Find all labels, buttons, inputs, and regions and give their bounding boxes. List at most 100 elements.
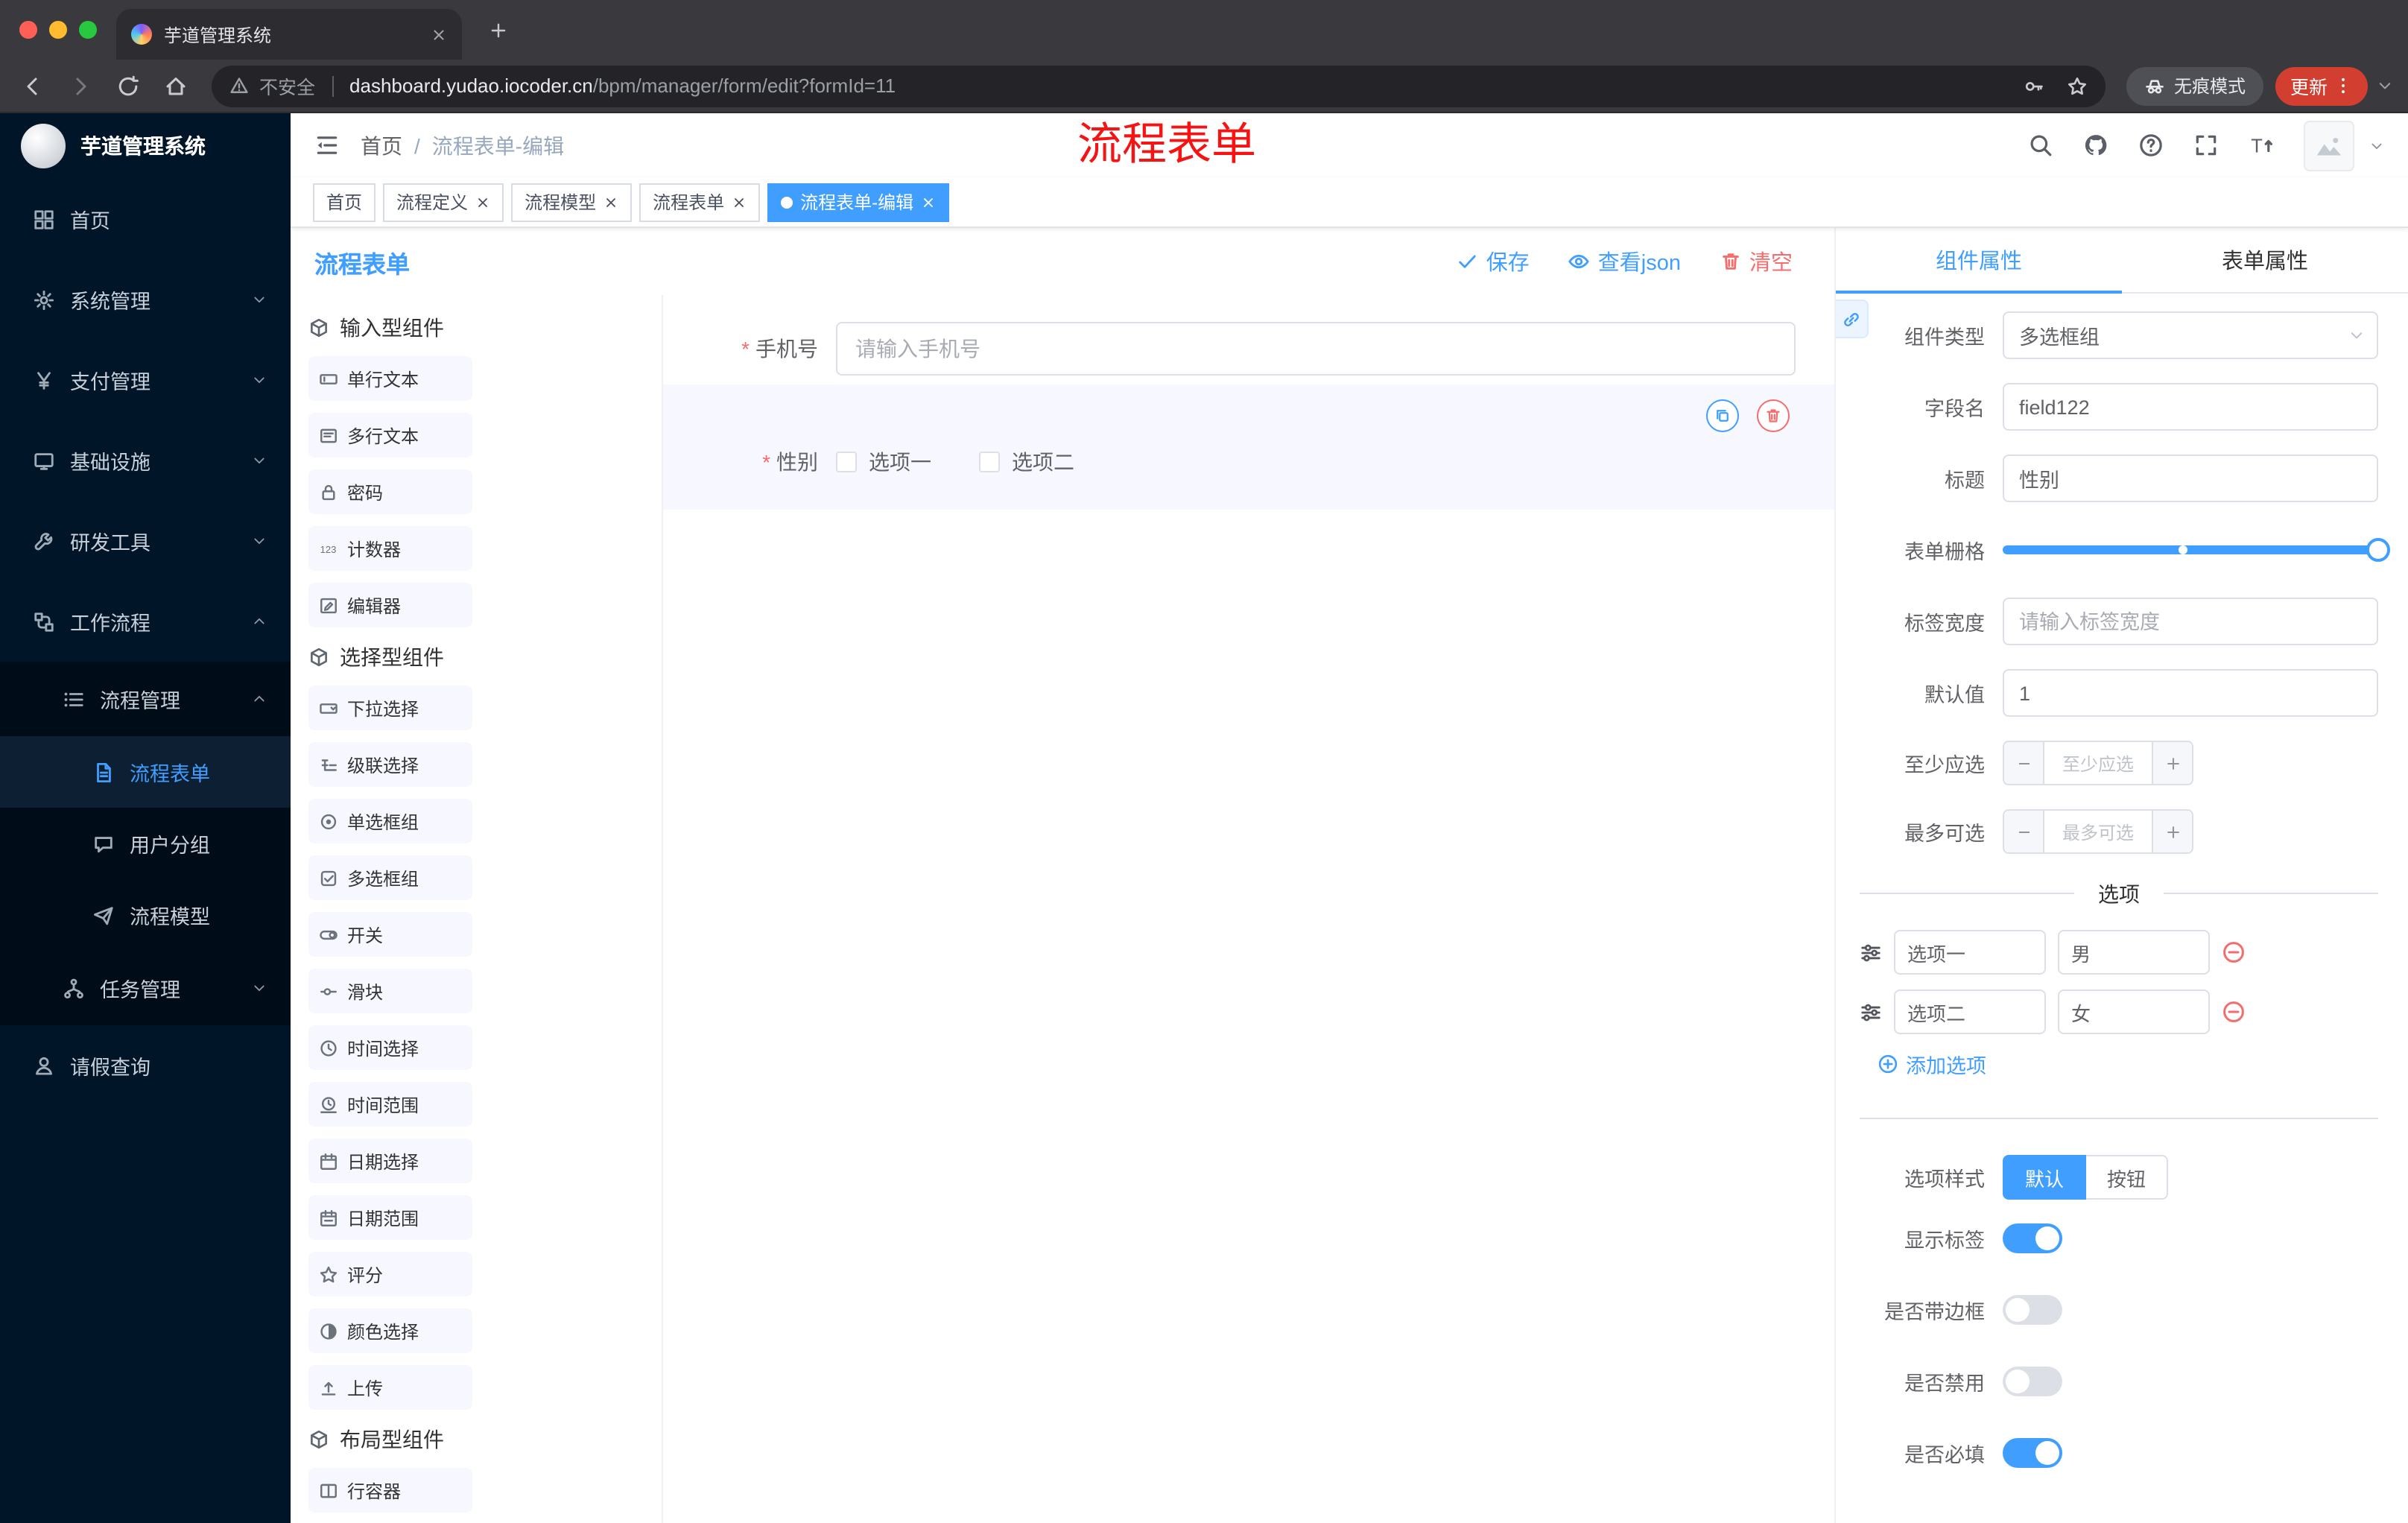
palette-item-slider[interactable]: 滑块	[308, 969, 472, 1013]
home-button[interactable]	[155, 65, 197, 107]
update-button[interactable]: 更新	[2275, 66, 2368, 105]
remove-option-button-2[interactable]	[2222, 1000, 2246, 1024]
gender-checkbox-1[interactable]: 选项一	[836, 447, 931, 477]
palette-item-select[interactable]: 下拉选择	[308, 685, 472, 730]
tag-process-form[interactable]: 流程表单	[639, 183, 761, 221]
style-button-button[interactable]: 按钮	[2086, 1155, 2169, 1200]
palette-item-date-range[interactable]: 日期范围	[308, 1195, 472, 1240]
address-bar[interactable]: 不安全 dashboard.yudao.iocoder.cn/bpm/manag…	[212, 65, 2106, 107]
style-default-button[interactable]: 默认	[2003, 1155, 2087, 1200]
password-manager-icon[interactable]	[2024, 75, 2044, 96]
sidebar-item-home[interactable]: 首页	[0, 179, 291, 259]
palette-item-radio-group[interactable]: 单选框组	[308, 799, 472, 843]
fontsize-button[interactable]: T	[2249, 133, 2274, 158]
palette-item-color[interactable]: 颜色选择	[308, 1308, 472, 1353]
sidebar-item-process-model[interactable]: 流程模型	[0, 879, 291, 951]
min-increment-button[interactable]	[2152, 742, 2192, 784]
fullscreen-button[interactable]	[2193, 133, 2219, 158]
sidebar-item-leave-query[interactable]: 请假查询	[0, 1025, 291, 1106]
palette-item-editor[interactable]: 编辑器	[308, 583, 472, 627]
user-avatar[interactable]	[2304, 120, 2354, 171]
palette-item-textarea[interactable]: 多行文本	[308, 413, 472, 457]
copy-field-button[interactable]	[1706, 399, 1739, 432]
tab-form-props[interactable]: 表单属性	[2122, 228, 2408, 292]
tag-process-form-edit[interactable]: 流程表单-编辑	[767, 183, 950, 221]
field-name-input[interactable]	[2003, 383, 2378, 431]
bookmark-icon[interactable]	[2067, 75, 2088, 96]
tab-component-props[interactable]: 组件属性	[1836, 228, 2122, 294]
browser-tab[interactable]: 芋道管理系统	[116, 9, 462, 60]
save-button[interactable]: 保存	[1457, 246, 1530, 277]
show-label-switch[interactable]	[2003, 1223, 2062, 1253]
tag-process-model[interactable]: 流程模型	[511, 183, 633, 221]
delete-field-button[interactable]	[1757, 399, 1790, 432]
url-text[interactable]: dashboard.yudao.iocoder.cn/bpm/manager/f…	[349, 75, 2001, 97]
sidebar-collapse-button[interactable]	[314, 133, 340, 158]
sidebar-item-process-manage[interactable]: 流程管理	[0, 662, 291, 736]
max-increment-button[interactable]	[2152, 811, 2192, 852]
default-value-input[interactable]	[2003, 669, 2378, 717]
palette-item-counter[interactable]: 123 计数器	[308, 526, 472, 571]
gender-checkbox-2[interactable]: 选项二	[979, 447, 1074, 477]
docs-button[interactable]	[2138, 133, 2164, 158]
clear-button[interactable]: 清空	[1720, 246, 1793, 277]
breadcrumb-home[interactable]: 首页	[361, 130, 402, 160]
min-stepper-placeholder[interactable]: 至少应选	[2044, 742, 2152, 784]
tag-home[interactable]: 首页	[313, 183, 376, 221]
avatar-caret-icon[interactable]	[2369, 138, 2384, 153]
github-button[interactable]	[2083, 133, 2108, 158]
window-zoom-button[interactable]	[79, 21, 97, 39]
sidebar-item-devtools[interactable]: 研发工具	[0, 501, 291, 581]
view-json-button[interactable]: 查看json	[1568, 246, 1681, 277]
toolbar-chevron-icon[interactable]	[2377, 77, 2393, 94]
max-stepper-placeholder[interactable]: 最多可选	[2044, 811, 2152, 852]
min-decrement-button[interactable]	[2004, 742, 2044, 784]
sidebar-item-payment[interactable]: 支付管理	[0, 340, 291, 420]
sidebar-item-infra[interactable]: 基础设施	[0, 420, 291, 501]
max-decrement-button[interactable]	[2004, 811, 2044, 852]
link-badge[interactable]	[1836, 300, 1869, 338]
sidebar-item-user-group[interactable]: 用户分组	[0, 808, 291, 879]
slider-track[interactable]	[2003, 538, 2390, 562]
palette-item-time[interactable]: 时间选择	[308, 1025, 472, 1070]
new-tab-button[interactable]	[489, 20, 508, 39]
required-switch[interactable]	[2003, 1438, 2062, 1468]
palette-item-upload[interactable]: 上传	[308, 1365, 472, 1410]
option-value-input-2[interactable]	[2058, 990, 2210, 1034]
form-grid-slider[interactable]	[2003, 526, 2390, 574]
sidebar-item-system[interactable]: 系统管理	[0, 259, 291, 340]
component-type-select[interactable]: 多选框组	[2003, 311, 2378, 359]
remove-option-button-1[interactable]	[2222, 940, 2246, 964]
title-input[interactable]	[2003, 455, 2378, 502]
gender-field-selected[interactable]: 性别 选项一 选项二	[663, 384, 1834, 510]
tab-close-button[interactable]	[431, 26, 447, 42]
option-name-input-1[interactable]	[1894, 930, 2046, 975]
palette-item-cascader[interactable]: 级联选择	[308, 742, 472, 787]
label-width-input[interactable]	[2003, 598, 2378, 645]
window-minimize-button[interactable]	[49, 21, 67, 39]
palette-item-date[interactable]: 日期选择	[308, 1139, 472, 1183]
palette-item-row[interactable]: 行容器	[308, 1468, 472, 1513]
palette-item-time-range[interactable]: 时间范围	[308, 1082, 472, 1127]
palette-item-rate[interactable]: 评分	[308, 1252, 472, 1296]
forward-button[interactable]	[60, 65, 101, 107]
add-option-button[interactable]: 添加选项	[1878, 1049, 2378, 1079]
window-close-button[interactable]	[19, 21, 37, 39]
sidebar-item-task-manage[interactable]: 任务管理	[0, 951, 291, 1025]
palette-item-input[interactable]: 单行文本	[308, 356, 472, 401]
form-canvas[interactable]: 手机号 性别 选项一 选项二	[663, 295, 1834, 1523]
tag-process-definition[interactable]: 流程定义	[383, 183, 504, 221]
palette-item-switch[interactable]: 开关	[308, 912, 472, 957]
disabled-switch[interactable]	[2003, 1367, 2062, 1396]
option-name-input-2[interactable]	[1894, 990, 2046, 1034]
reload-button[interactable]	[107, 65, 149, 107]
app-logo[interactable]: 芋道管理系统	[0, 113, 291, 179]
sidebar-item-process-form[interactable]: 流程表单	[0, 736, 291, 808]
option-value-input-1[interactable]	[2058, 930, 2210, 975]
phone-input[interactable]	[836, 322, 1796, 376]
back-button[interactable]	[12, 65, 54, 107]
border-switch[interactable]	[2003, 1295, 2062, 1325]
sidebar-item-workflow[interactable]: 工作流程	[0, 581, 291, 662]
phone-field[interactable]: 手机号	[663, 322, 1834, 376]
search-button[interactable]	[2028, 133, 2053, 158]
